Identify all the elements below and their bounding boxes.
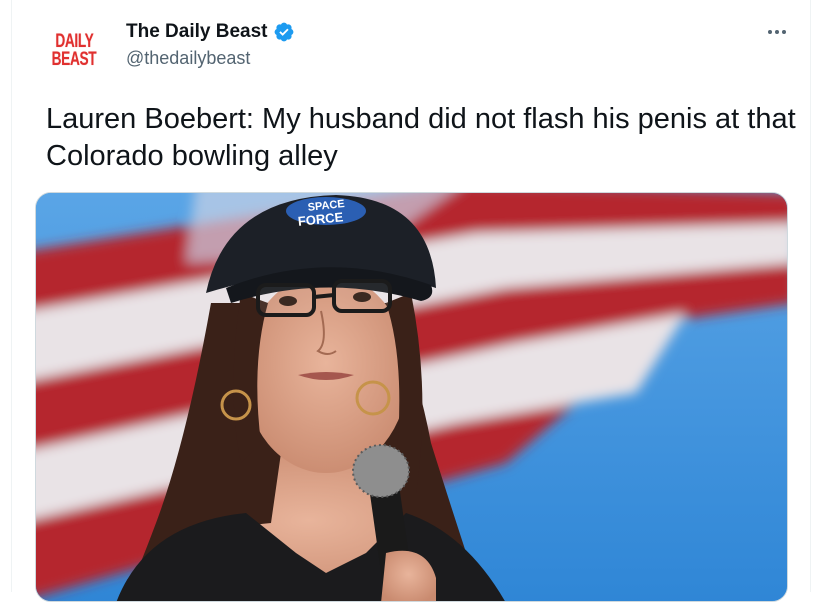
tweet-text: Lauren Boebert: My husband did not flash…	[46, 103, 796, 172]
author-handle[interactable]: @thedailybeast	[126, 48, 250, 69]
photo-illustration: SPACE FORCE	[36, 193, 787, 601]
author-name-row: The Daily Beast	[126, 21, 295, 43]
more-dot	[782, 30, 786, 34]
more-dot	[775, 30, 779, 34]
avatar-logo-line-2: BEAST	[51, 49, 97, 70]
avatar[interactable]: DAILY BEAST	[43, 20, 105, 82]
more-horizontal-icon	[768, 30, 772, 34]
verified-badge-icon	[274, 22, 293, 42]
tweet-media-photo[interactable]: SPACE FORCE	[35, 192, 788, 602]
display-name[interactable]: The Daily Beast	[126, 21, 268, 43]
more-options-button[interactable]	[762, 20, 792, 44]
